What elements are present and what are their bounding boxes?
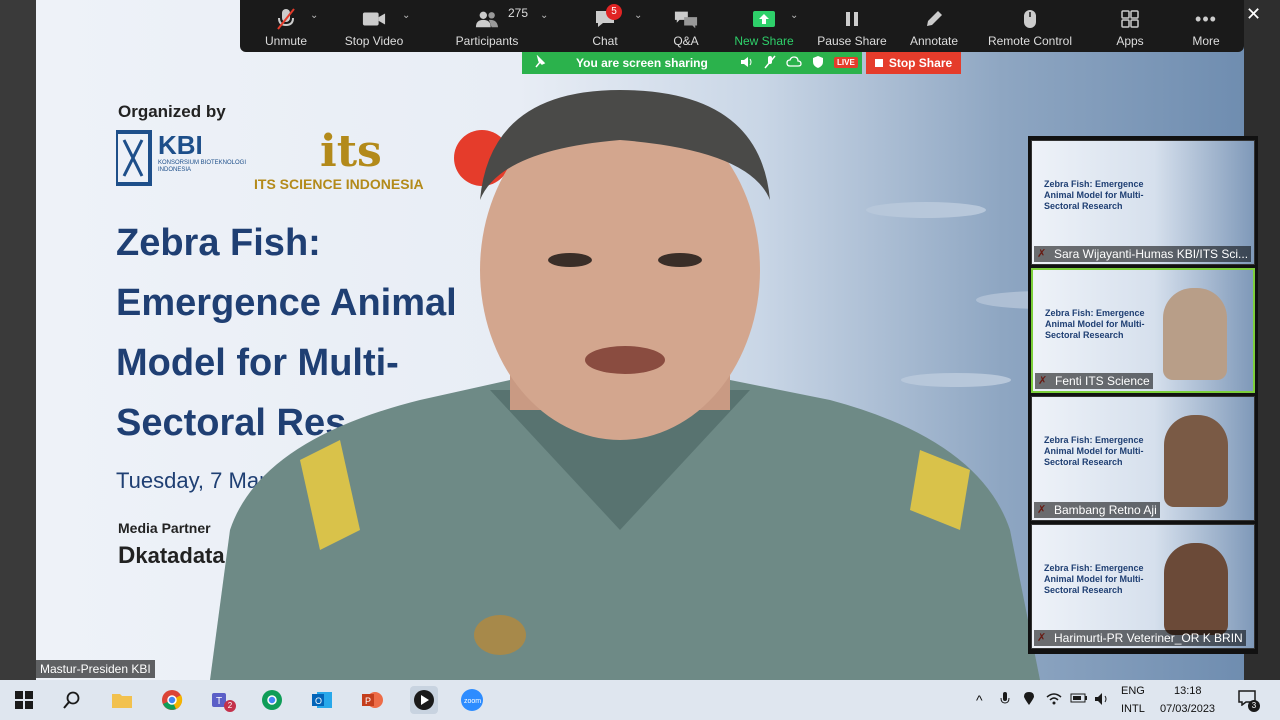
participant-thumbnails-panel: Zebra Fish: Emergence Animal Model for M… <box>1028 136 1258 654</box>
speaker-video <box>210 90 1040 680</box>
thumb-slide-title: Zebra Fish: Emergence Animal Model for M… <box>1045 308 1145 340</box>
powerpoint-icon[interactable]: P <box>360 688 384 712</box>
pencil-icon <box>922 8 946 30</box>
video-camera-icon <box>362 8 386 30</box>
participant-name: Harimurti-PR Veteriner_OR K BRIN <box>1034 630 1246 646</box>
stop-video-button[interactable]: Stop Video <box>340 0 408 52</box>
share-options-chevron-icon[interactable]: ⌄ <box>790 10 798 21</box>
wifi-icon[interactable] <box>1046 692 1062 709</box>
pin-icon[interactable] <box>534 54 546 72</box>
new-share-label: New Share <box>734 34 794 48</box>
left-video-border <box>0 0 36 680</box>
clock-date[interactable]: 07/03/2023 <box>1160 703 1215 715</box>
new-share-button[interactable]: New Share <box>732 0 796 52</box>
participant-video <box>1164 415 1228 507</box>
live-badge: LIVE <box>834 57 858 68</box>
microphone-muted-icon <box>274 8 298 30</box>
video-options-chevron-icon[interactable]: ⌄ <box>402 10 410 21</box>
svg-text:T: T <box>216 696 222 707</box>
participant-name: Fenti ITS Science <box>1035 373 1153 389</box>
participant-tile[interactable]: Zebra Fish: Emergence Animal Model for M… <box>1031 268 1255 393</box>
close-icon[interactable]: ✕ <box>1246 4 1261 25</box>
annotate-label: Annotate <box>909 34 959 48</box>
annotate-button[interactable]: Annotate <box>906 0 962 52</box>
chrome-icon[interactable] <box>160 688 184 712</box>
remote-control-button[interactable]: Remote Control <box>984 0 1076 52</box>
volume-icon[interactable] <box>1094 692 1110 709</box>
zoom-meeting-window: Organized by KBI KONSORSIUM BIOTEKNOLOGI… <box>0 0 1280 720</box>
speaker-volume-icon[interactable] <box>740 56 754 71</box>
outlook-icon[interactable]: O <box>310 688 334 712</box>
stop-video-label: Stop Video <box>344 34 404 48</box>
language-indicator[interactable]: ENG <box>1121 685 1145 697</box>
file-explorer-icon[interactable] <box>110 688 134 712</box>
apps-icon <box>1118 8 1142 30</box>
share-arrow-up-icon <box>752 8 776 30</box>
svg-text:P: P <box>365 696 371 706</box>
chat-label: Chat <box>592 34 618 48</box>
remote-control-label: Remote Control <box>987 34 1073 48</box>
pause-share-button[interactable]: Pause Share <box>816 0 888 52</box>
zoom-icon[interactable]: zoom <box>460 688 484 712</box>
participant-tile[interactable]: Zebra Fish: Emergence Animal Model for M… <box>1031 396 1255 521</box>
stop-square-icon <box>874 59 883 67</box>
participant-video <box>1163 288 1227 380</box>
audio-options-chevron-icon[interactable]: ⌄ <box>310 10 318 21</box>
more-button[interactable]: ••• More <box>1188 0 1224 52</box>
qa-icon <box>674 8 698 30</box>
windows-taskbar: T 2 O P zoom ^ ENG INTL 13:18 07/03/2023… <box>0 680 1280 720</box>
cloud-icon[interactable] <box>786 56 802 71</box>
battery-icon[interactable] <box>1070 692 1088 707</box>
pause-icon <box>840 8 864 30</box>
chat-unread-badge: 5 <box>606 4 622 20</box>
svg-text:zoom: zoom <box>464 698 481 705</box>
unmute-label: Unmute <box>264 34 308 48</box>
chrome-profile-icon[interactable] <box>260 688 284 712</box>
search-icon[interactable] <box>60 688 84 712</box>
chat-chevron-icon[interactable]: ⌄ <box>634 10 642 21</box>
windows-start-icon[interactable] <box>12 688 36 712</box>
participant-video <box>1164 543 1228 635</box>
qa-button[interactable]: Q&A <box>668 0 704 52</box>
participants-chevron-icon[interactable]: ⌄ <box>540 10 548 21</box>
thumb-slide-title: Zebra Fish: Emergence Animal Model for M… <box>1044 435 1144 467</box>
participant-name: Bambang Retno Aji <box>1034 502 1160 518</box>
participant-tile[interactable]: Zebra Fish: Emergence Animal Model for M… <box>1031 140 1255 265</box>
stop-share-label: Stop Share <box>888 56 953 70</box>
svg-text:O: O <box>315 696 322 706</box>
mouse-icon <box>1018 8 1042 30</box>
qa-label: Q&A <box>673 34 699 48</box>
notification-count: 3 <box>1248 700 1260 712</box>
participant-name: Sara Wijayanti-Humas KBI/ITS Sci... <box>1034 246 1252 262</box>
pause-share-label: Pause Share <box>817 34 887 48</box>
participants-label: Participants <box>455 34 519 48</box>
more-dots-icon: ••• <box>1195 8 1217 29</box>
thumb-slide-title: Zebra Fish: Emergence Animal Model for M… <box>1044 179 1144 211</box>
more-label: More <box>1192 34 1220 48</box>
participant-count: 275 <box>508 6 529 20</box>
apps-label: Apps <box>1116 34 1144 48</box>
speaker-name-label: Mastur-Presiden KBI <box>36 660 155 678</box>
media-player-icon[interactable] <box>410 686 438 714</box>
keyboard-layout[interactable]: INTL <box>1121 703 1145 715</box>
screen-sharing-bar[interactable]: You are screen sharing LIVE <box>522 52 862 74</box>
unmute-button[interactable]: Unmute <box>260 0 312 52</box>
teams-badge: 2 <box>224 700 236 712</box>
thumb-slide-title: Zebra Fish: Emergence Animal Model for M… <box>1044 563 1144 595</box>
apps-button[interactable]: Apps <box>1114 0 1146 52</box>
microphone-muted-icon[interactable] <box>764 55 776 72</box>
teams-icon[interactable]: T 2 <box>210 688 236 712</box>
microphone-icon[interactable] <box>1000 692 1010 709</box>
participants-icon <box>475 8 499 30</box>
shield-icon[interactable] <box>812 55 824 72</box>
screen-sharing-status: You are screen sharing <box>576 56 708 70</box>
clock-time[interactable]: 13:18 <box>1174 685 1202 697</box>
chevron-up-icon[interactable]: ^ <box>976 692 983 708</box>
stop-share-button[interactable]: Stop Share <box>866 52 961 74</box>
location-icon[interactable] <box>1024 692 1034 709</box>
participant-tile[interactable]: Zebra Fish: Emergence Animal Model for M… <box>1031 524 1255 649</box>
meeting-toolbar: Unmute ⌄ Stop Video ⌄ Participants 275 ⌄… <box>240 0 1244 52</box>
